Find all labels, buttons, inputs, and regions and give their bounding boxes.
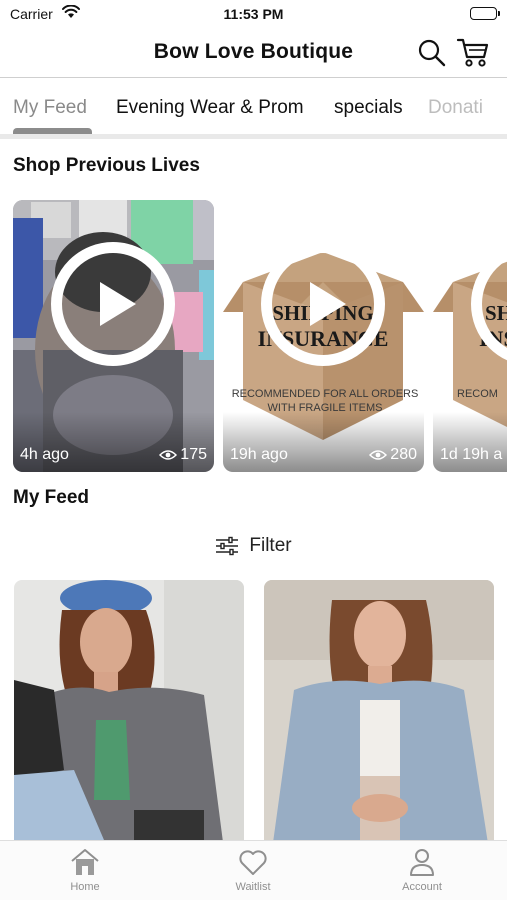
image-text-recommended: RECOM [457,388,498,400]
live-views-count: 175 [180,446,207,463]
nav-waitlist-label: Waitlist [235,881,271,893]
filter-sliders-icon [216,536,239,556]
home-icon [71,849,99,875]
bottom-nav: Home Waitlist Account [0,840,507,900]
nav-waitlist[interactable]: Waitlist [203,847,303,893]
filter-button[interactable]: Filter [0,532,507,560]
nav-home-label: Home [70,881,100,893]
live-time-ago: 19h ago [230,446,288,463]
live-card[interactable]: 4h ago 175 [13,200,214,472]
category-tabs: My Feed Evening Wear & Prom specials Don… [0,80,507,136]
status-bar: Carrier 11:53 PM [0,0,507,28]
live-time-ago: 4h ago [20,446,69,463]
product-card[interactable] [14,580,244,850]
image-text-recommended: RECOMMENDED FOR ALL ORDERS [232,388,419,400]
live-views: 280 [369,446,417,464]
feed-title: My Feed [13,487,90,508]
previous-lives-carousel: 4h ago 175 SHIPPING INSURANCE RECOMMENDE… [13,200,507,472]
filter-label: Filter [249,535,292,556]
person-icon [410,849,434,876]
product-card[interactable] [264,580,494,850]
eye-icon [369,450,388,460]
nav-home[interactable]: Home [35,847,135,893]
tab-donations[interactable]: Donati [428,97,483,119]
battery-icon [470,7,500,20]
eye-icon [159,450,178,460]
previous-lives-title: Shop Previous Lives [13,155,200,176]
nav-account-label: Account [402,881,442,893]
product-image [14,580,244,850]
heart-icon [239,850,267,875]
cart-icon[interactable] [456,36,490,68]
live-card[interactable]: SHIPPING INSURANCE RECOMMENDED FOR ALL O… [223,200,424,472]
status-time: 11:53 PM [223,6,284,22]
tab-evening-wear-prom[interactable]: Evening Wear & Prom [116,97,304,119]
live-card[interactable]: SH INS RECOM 1d 19h a [433,200,507,472]
search-icon[interactable] [417,38,447,68]
tabs-divider [0,134,507,139]
live-views: 175 [159,446,207,464]
play-icon [51,242,175,366]
app-header: Bow Love Boutique [0,28,507,78]
tab-my-feed[interactable]: My Feed [13,97,87,119]
live-time-ago: 1d 19h a [440,446,503,463]
nav-account[interactable]: Account [372,847,472,893]
live-views-count: 280 [390,446,417,463]
tab-specials[interactable]: specials [334,97,403,119]
play-icon [261,242,385,366]
product-image [264,580,494,850]
